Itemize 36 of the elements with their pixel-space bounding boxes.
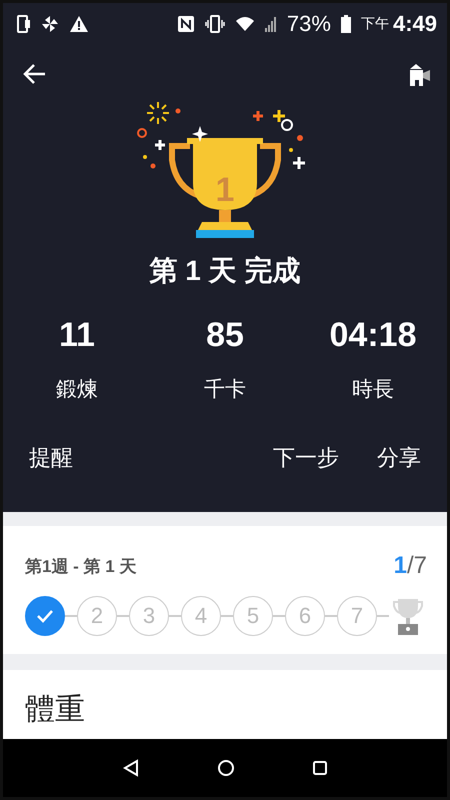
day-circle: 7 xyxy=(337,596,377,636)
day-circle: 4 xyxy=(181,596,221,636)
back-arrow-icon[interactable] xyxy=(23,63,47,85)
time-period: 下午 xyxy=(360,14,389,32)
day-circle: 5 xyxy=(233,596,273,636)
recents-icon[interactable] xyxy=(312,760,328,776)
warning-icon xyxy=(69,14,89,32)
home-icon[interactable] xyxy=(216,759,235,777)
stat-value: 85 xyxy=(206,316,244,355)
battery-percent: 73% xyxy=(286,10,331,36)
reminder-button[interactable]: 提醒 xyxy=(29,443,73,473)
stat-value: 11 xyxy=(59,316,95,355)
nfc-icon xyxy=(176,14,195,32)
week-day-title: 第1週 - 第 1 天 xyxy=(25,556,136,578)
signal-icon xyxy=(264,14,277,32)
day-circle: 3 xyxy=(129,596,169,636)
stat-label: 鍛煉 xyxy=(56,377,98,403)
completion-title: 第 1 天 完成 xyxy=(148,254,302,288)
action-button[interactable]: 分享 xyxy=(377,443,421,473)
weight-title: 體重 xyxy=(25,692,86,728)
trophy-icon xyxy=(393,596,423,636)
progress-count: 1/7 xyxy=(394,552,427,580)
day-circle: 2 xyxy=(77,596,117,636)
wifi-icon xyxy=(234,14,255,32)
stat-value: 04:18 xyxy=(330,316,416,355)
pinwheel-icon xyxy=(41,14,59,32)
trophy-rank: 1 xyxy=(216,171,234,209)
vibrate-icon xyxy=(204,14,225,32)
battery-icon xyxy=(340,14,351,32)
back-icon[interactable] xyxy=(122,759,140,777)
stat-label: 時長 xyxy=(352,377,394,403)
day-circle: 6 xyxy=(285,596,325,636)
stat-label: 千卡 xyxy=(204,377,246,403)
action-button[interactable]: 下一步 xyxy=(273,443,339,473)
clock-time: 4:49 xyxy=(392,10,437,36)
phone-icon xyxy=(17,14,31,32)
